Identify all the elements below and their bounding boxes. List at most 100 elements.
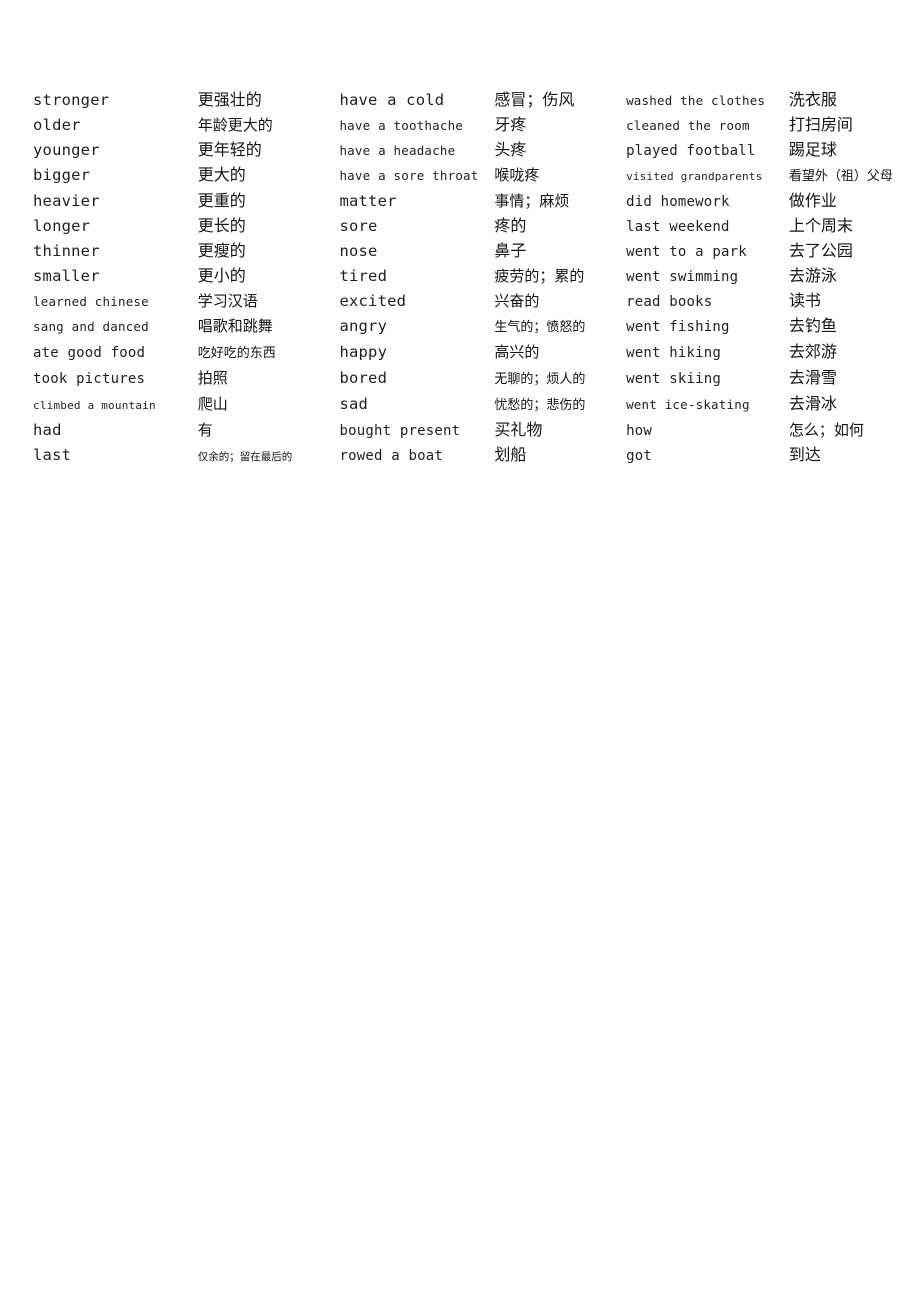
vocab-term-col1: bigger bbox=[33, 163, 198, 189]
vocab-meaning-col2: 生气的；愤怒的 bbox=[494, 314, 626, 340]
vocab-term-col2: sore bbox=[339, 214, 494, 239]
vocab-meaning-col1-text: 更长的 bbox=[197, 216, 246, 235]
vocab-meaning-col1: 唱歌和跳舞 bbox=[198, 314, 340, 340]
vocab-meaning-col2-text: 头疼 bbox=[494, 140, 527, 159]
vocab-term-col3: cleaned the room bbox=[626, 113, 789, 138]
vocab-term-col3-text: read books bbox=[626, 294, 713, 310]
vocab-meaning-col2: 划船 bbox=[494, 443, 626, 469]
vocab-meaning-col2-text: 疲劳的；累的 bbox=[494, 267, 585, 285]
vocab-meaning-col3-text: 去钓鱼 bbox=[788, 316, 837, 335]
vocab-meaning-col1-text: 吃好吃的东西 bbox=[197, 346, 276, 361]
vocab-meaning-col1-text: 更重的 bbox=[197, 191, 246, 210]
vocab-meaning-col3-text: 踢足球 bbox=[788, 140, 837, 159]
vocab-term-col3-text: cleaned the room bbox=[626, 118, 750, 133]
vocab-meaning-col3-text: 洗衣服 bbox=[788, 90, 837, 109]
vocab-meaning-col2-text: 兴奋的 bbox=[494, 292, 540, 310]
vocab-meaning-col3-text: 做作业 bbox=[788, 191, 837, 210]
vocab-meaning-col3: 洗衣服 bbox=[789, 88, 893, 113]
vocab-meaning-col2-text: 高兴的 bbox=[494, 343, 540, 361]
vocab-term-col2-text: have a cold bbox=[339, 91, 445, 109]
vocab-term-col1-text: heavier bbox=[33, 192, 100, 210]
vocab-meaning-col2: 无聊的；烦人的 bbox=[494, 366, 626, 392]
vocab-meaning-col3-text: 去游泳 bbox=[788, 266, 837, 285]
vocab-term-col1: sang and danced bbox=[33, 314, 198, 340]
vocab-meaning-col1: 更年轻的 bbox=[198, 138, 340, 163]
vocab-term-col2: nose bbox=[339, 239, 494, 264]
vocab-meaning-col2-text: 买礼物 bbox=[494, 420, 543, 439]
vocab-meaning-col1: 更大的 bbox=[198, 163, 340, 189]
vocabulary-row: stronger 更强壮的 have a cold 感冒；伤风 washed the c… bbox=[33, 88, 893, 113]
vocab-meaning-col3: 去滑雪 bbox=[789, 366, 893, 392]
vocab-meaning-col3-text: 打扫房间 bbox=[788, 115, 853, 134]
vocab-meaning-col1: 学习汉语 bbox=[198, 289, 340, 314]
vocab-meaning-col2-text: 疼的 bbox=[494, 216, 527, 235]
vocab-term-col1-text: last bbox=[33, 446, 72, 464]
vocab-meaning-col1-text: 爬山 bbox=[197, 395, 228, 413]
vocab-meaning-col3-text: 读书 bbox=[788, 291, 821, 310]
vocab-term-col1-text: stronger bbox=[33, 91, 110, 109]
vocab-meaning-col3-text: 去滑冰 bbox=[788, 394, 837, 413]
vocabulary-row: thinner 更瘦的 nose 鼻子 went to a park 去了公园 bbox=[33, 239, 893, 264]
vocab-meaning-col3: 去郊游 bbox=[789, 340, 893, 366]
vocab-meaning-col1-text: 更小的 bbox=[197, 266, 246, 285]
vocab-meaning-col2-text: 牙疼 bbox=[494, 115, 527, 134]
vocab-meaning-col2: 高兴的 bbox=[494, 340, 626, 366]
vocabulary-row: longer 更长的 sore 疼的 last weekend 上个周末 bbox=[33, 214, 893, 239]
vocab-term-col2-text: happy bbox=[339, 343, 388, 361]
vocab-term-col1: took pictures bbox=[33, 366, 198, 392]
vocab-meaning-col1-text: 更强壮的 bbox=[197, 90, 262, 109]
vocab-meaning-col1-text: 有 bbox=[197, 421, 213, 439]
vocab-term-col1: had bbox=[33, 418, 198, 443]
vocab-meaning-col1-text: 拍照 bbox=[197, 369, 228, 387]
vocabulary-row: bigger 更大的 have a sore throat 喉咙疼 visited gr… bbox=[33, 163, 893, 189]
vocabulary-table: stronger 更强壮的 have a cold 感冒；伤风 washed the c… bbox=[33, 88, 893, 469]
vocab-meaning-col1-text: 仅余的；留在最后的 bbox=[197, 451, 293, 463]
vocab-meaning-col1-text: 年龄更大的 bbox=[197, 116, 273, 134]
vocab-term-col3-text: washed the clothes bbox=[626, 93, 766, 108]
vocab-term-col1: last bbox=[33, 443, 198, 469]
vocab-meaning-col1-text: 唱歌和跳舞 bbox=[197, 317, 273, 335]
vocab-meaning-col2-text: 忧愁的；悲伤的 bbox=[494, 398, 586, 413]
vocab-meaning-col1: 年龄更大的 bbox=[198, 113, 340, 138]
vocab-term-col3: visited grandparents bbox=[626, 163, 789, 189]
vocab-term-col2-text: nose bbox=[339, 242, 378, 260]
vocab-term-col2: happy bbox=[339, 340, 494, 366]
vocab-term-col3-text: went skiing bbox=[626, 371, 721, 387]
vocab-term-col2-text: tired bbox=[339, 267, 388, 285]
vocab-meaning-col1: 更瘦的 bbox=[198, 239, 340, 264]
vocab-term-col1-text: thinner bbox=[33, 242, 100, 260]
vocab-term-col1: older bbox=[33, 113, 198, 138]
vocab-term-col2-text: have a toothache bbox=[339, 118, 464, 133]
vocab-meaning-col1: 仅余的；留在最后的 bbox=[198, 443, 340, 469]
vocab-term-col1-text: learned chinese bbox=[33, 294, 149, 309]
vocab-term-col2: bought present bbox=[339, 418, 494, 443]
vocab-meaning-col1-text: 更大的 bbox=[197, 165, 246, 184]
vocab-term-col1-text: older bbox=[33, 116, 81, 134]
vocab-term-col3-text: did homework bbox=[626, 194, 730, 210]
vocab-term-col2-text: bought present bbox=[339, 423, 461, 439]
vocab-meaning-col2-text: 生气的；愤怒的 bbox=[494, 320, 586, 335]
vocabulary-row: learned chinese 学习汉语 excited 兴奋的 read books 读… bbox=[33, 289, 893, 314]
vocab-term-col3-text: went swimming bbox=[626, 269, 739, 285]
vocab-meaning-col2: 感冒；伤风 bbox=[494, 88, 626, 113]
vocab-meaning-col3: 做作业 bbox=[789, 189, 893, 214]
vocab-meaning-col1: 吃好吃的东西 bbox=[198, 340, 340, 366]
vocab-meaning-col3-text: 怎么；如何 bbox=[788, 421, 864, 439]
vocab-term-col2: matter bbox=[339, 189, 494, 214]
vocab-meaning-col3: 去滑冰 bbox=[789, 392, 893, 418]
vocab-meaning-col3-text: 去滑雪 bbox=[788, 368, 837, 387]
vocabulary-row: last 仅余的；留在最后的 rowed a boat 划船 got 到达 bbox=[33, 443, 893, 469]
vocab-term-col3: went ice-skating bbox=[626, 392, 789, 418]
vocab-meaning-col3-text: 去了公园 bbox=[788, 241, 853, 260]
vocabulary-row: ate good food 吃好吃的东西 happy 高兴的 went hiking 去郊… bbox=[33, 340, 893, 366]
vocab-term-col2-text: bored bbox=[339, 369, 388, 387]
vocab-meaning-col2: 兴奋的 bbox=[494, 289, 626, 314]
vocab-term-col3-text: how bbox=[626, 423, 652, 439]
vocab-term-col2-text: sore bbox=[339, 217, 378, 235]
vocab-term-col2-text: sad bbox=[339, 395, 369, 413]
vocab-meaning-col2-text: 无聊的；烦人的 bbox=[494, 372, 586, 387]
vocab-term-col1-text: sang and danced bbox=[33, 319, 149, 334]
vocab-term-col2-text: angry bbox=[339, 317, 388, 335]
vocab-meaning-col2-text: 事情；麻烦 bbox=[494, 192, 570, 210]
vocab-term-col1-text: smaller bbox=[33, 267, 100, 285]
